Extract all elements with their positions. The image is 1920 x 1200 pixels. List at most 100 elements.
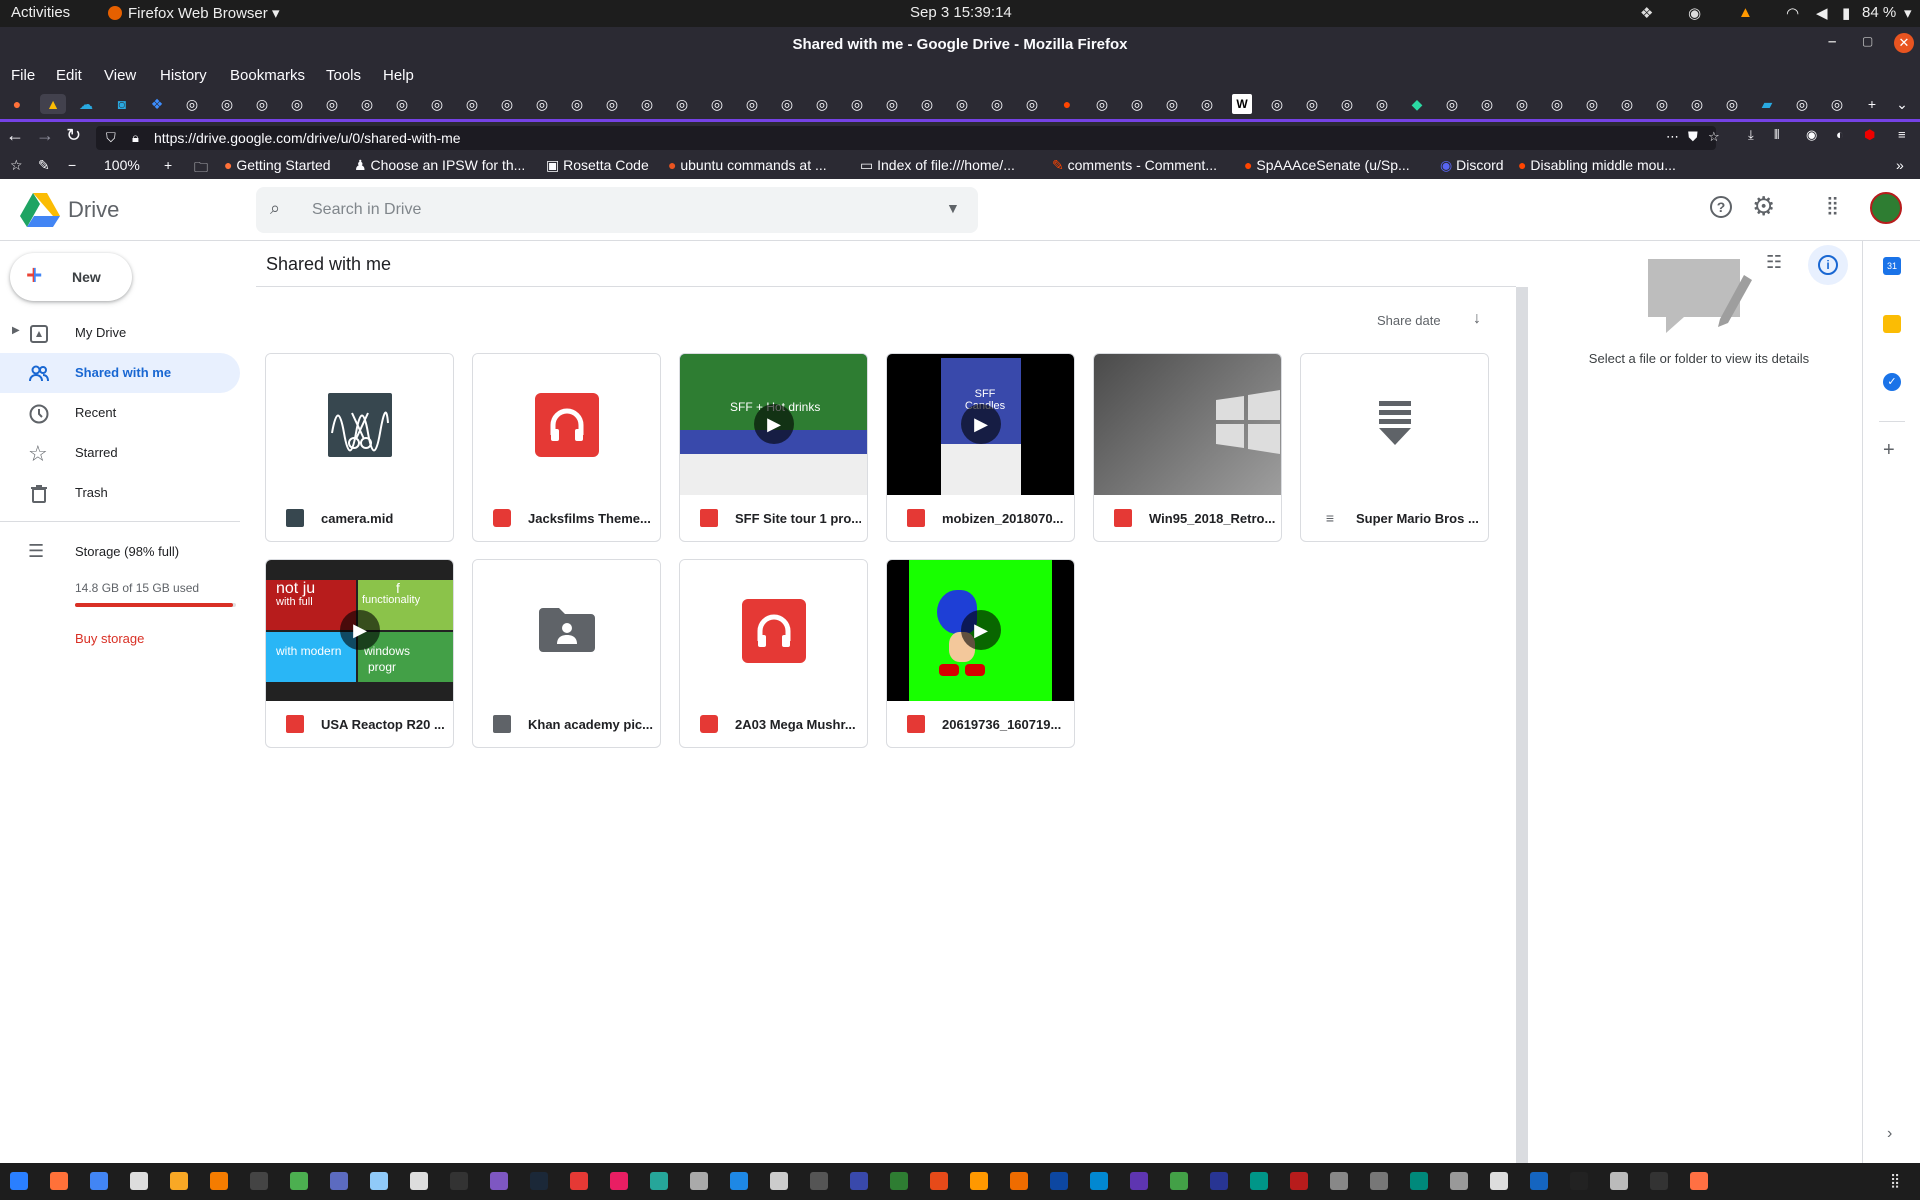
tab-github-icon[interactable]: ◎: [322, 94, 342, 114]
system-menu-chevron-icon[interactable]: ▾: [1904, 4, 1912, 22]
bookmark-getting-started[interactable]: ● Getting Started: [224, 157, 331, 173]
zoom-out-icon[interactable]: −: [68, 157, 76, 173]
vlc-tray-icon[interactable]: ▲: [1738, 4, 1753, 21]
file-card[interactable]: ≡ Super Mario Bros ...: [1300, 353, 1489, 542]
new-button[interactable]: + New: [10, 253, 132, 301]
taskbar-app-icon[interactable]: [1010, 1172, 1028, 1190]
file-card[interactable]: Khan academy pic...: [472, 559, 661, 748]
taskbar-app-icon[interactable]: [530, 1172, 548, 1190]
tab-github-icon[interactable]: ◎: [847, 94, 867, 114]
dropbox-icon[interactable]: ❖: [1640, 4, 1653, 22]
taskbar-app-icon[interactable]: [330, 1172, 348, 1190]
taskbar-app-icon[interactable]: [930, 1172, 948, 1190]
bookmark-spaaacesenate[interactable]: ● SpAAAceSenate (u/Sp...: [1244, 157, 1410, 173]
tab-github-icon[interactable]: ◎: [987, 94, 1007, 114]
taskbar-app-icon[interactable]: [1690, 1172, 1708, 1190]
taskbar-app-icon[interactable]: [1450, 1172, 1468, 1190]
tab-github-icon[interactable]: ◎: [532, 94, 552, 114]
taskbar-app-icon[interactable]: [1050, 1172, 1068, 1190]
show-applications-icon[interactable]: ⣿: [1890, 1172, 1908, 1190]
folder-icon[interactable]: 🗀︎: [194, 157, 208, 181]
back-icon[interactable]: ←: [6, 125, 24, 146]
tab-github-icon[interactable]: ◎: [217, 94, 237, 114]
lock-icon[interactable]: 🔒︎: [132, 130, 139, 146]
tab-github-icon[interactable]: ◎: [1022, 94, 1042, 114]
file-card[interactable]: SFF + Hot drinks ▶ SFF Site tour 1 pro..…: [679, 353, 868, 542]
taskbar-app-icon[interactable]: [890, 1172, 908, 1190]
bookmark-ubuntu-commands[interactable]: ● ubuntu commands at ...: [668, 157, 827, 173]
forward-icon[interactable]: →: [36, 125, 54, 146]
tab-github-icon[interactable]: ◎: [1372, 94, 1392, 114]
ublock-icon[interactable]: ⬢: [1864, 127, 1875, 143]
menu-help[interactable]: Help: [383, 67, 414, 84]
taskbar-app-icon[interactable]: [970, 1172, 988, 1190]
taskbar-app-icon[interactable]: [1650, 1172, 1668, 1190]
file-card[interactable]: not ju with full f functionality with mo…: [265, 559, 454, 748]
menu-view[interactable]: View: [104, 67, 136, 84]
tab-github-icon[interactable]: ◎: [1442, 94, 1462, 114]
taskbar-app-icon[interactable]: [410, 1172, 428, 1190]
tab-github-icon[interactable]: ◎: [1477, 94, 1497, 114]
taskbar-app-icon[interactable]: [730, 1172, 748, 1190]
tab-github-icon[interactable]: ◎: [1512, 94, 1532, 114]
tab-github-icon[interactable]: ◎: [182, 94, 202, 114]
sidebar-item-shared-with-me[interactable]: Shared with me: [0, 353, 240, 393]
drive-logo-icon[interactable]: [20, 191, 60, 227]
taskbar-app-icon[interactable]: [1570, 1172, 1588, 1190]
tab-github-icon[interactable]: ◎: [1792, 94, 1812, 114]
tab-github-icon[interactable]: ◎: [1617, 94, 1637, 114]
tab-github-icon[interactable]: ◎: [812, 94, 832, 114]
tab-dropbox-icon[interactable]: ❖: [147, 94, 167, 114]
tab-github-icon[interactable]: ◎: [707, 94, 727, 114]
sort-direction-arrow-down-icon[interactable]: ↓: [1473, 310, 1481, 328]
wifi-icon[interactable]: ◠: [1786, 4, 1799, 22]
tab-github-icon[interactable]: ◎: [882, 94, 902, 114]
tab-wikipedia-icon[interactable]: W: [1232, 94, 1252, 114]
taskbar-app-icon[interactable]: [650, 1172, 668, 1190]
storage-label[interactable]: Storage (98% full): [75, 544, 179, 559]
taskbar-app-icon[interactable]: [1490, 1172, 1508, 1190]
menu-bookmarks[interactable]: Bookmarks: [230, 67, 305, 84]
bookmark-rosetta-code[interactable]: ▣ Rosetta Code: [546, 157, 649, 174]
tab-github-icon[interactable]: ◎: [1652, 94, 1672, 114]
search-options-icon[interactable]: ▼: [946, 200, 960, 216]
tab-firefox-icon[interactable]: ●: [7, 94, 27, 114]
tab-github-icon[interactable]: ◎: [567, 94, 587, 114]
tab-github-icon[interactable]: ◎: [742, 94, 762, 114]
pocket-icon[interactable]: ⛊: [1688, 129, 1698, 145]
search-icon[interactable]: ⌕: [270, 198, 280, 219]
bookmark-disabling-middle-mouse[interactable]: ● Disabling middle mou...: [1518, 157, 1676, 173]
tab-github-icon[interactable]: ◎: [637, 94, 657, 114]
taskbar-app-icon[interactable]: [250, 1172, 268, 1190]
tab-github-icon[interactable]: ◎: [1302, 94, 1322, 114]
sidebar-item-trash[interactable]: Trash: [0, 473, 240, 513]
tab-github-icon[interactable]: ◎: [287, 94, 307, 114]
file-card[interactable]: Jacksfilms Theme...: [472, 353, 661, 542]
taskbar-app-icon[interactable]: [1130, 1172, 1148, 1190]
bookmark-discord[interactable]: ◉ Discord: [1440, 157, 1504, 174]
settings-gear-icon[interactable]: ⚙: [1752, 191, 1775, 222]
taskbar-app-icon[interactable]: [90, 1172, 108, 1190]
add-addon-icon[interactable]: +: [1883, 439, 1895, 462]
file-card[interactable]: Win95_2018_Retro...: [1093, 353, 1282, 542]
tab-github-icon[interactable]: ◎: [1582, 94, 1602, 114]
buy-storage-link[interactable]: Buy storage: [75, 631, 144, 646]
download-icon[interactable]: ⤓: [1748, 127, 1754, 143]
menu-tools[interactable]: Tools: [326, 67, 361, 84]
taskbar-app-icon[interactable]: [610, 1172, 628, 1190]
drive-logo-text[interactable]: Drive: [68, 197, 119, 223]
tab-github-icon[interactable]: ◎: [462, 94, 482, 114]
page-actions-icon[interactable]: ⋯: [1666, 129, 1679, 145]
tab-github-icon[interactable]: ◎: [1162, 94, 1182, 114]
tab-github-icon[interactable]: ◎: [952, 94, 972, 114]
calendar-icon[interactable]: 31: [1883, 257, 1901, 275]
shield-icon[interactable]: ⛉: [106, 130, 116, 146]
expand-panel-chevron-icon[interactable]: ›: [1887, 1125, 1892, 1143]
tasks-icon[interactable]: ✓: [1883, 373, 1901, 391]
taskbar-app-icon[interactable]: [850, 1172, 868, 1190]
minimize-icon[interactable]: –: [1828, 33, 1836, 50]
discord-tray-icon[interactable]: ◉: [1688, 4, 1701, 22]
taskbar-app-icon[interactable]: [1410, 1172, 1428, 1190]
tab-github-icon[interactable]: ◎: [777, 94, 797, 114]
zoom-in-icon[interactable]: +: [164, 157, 172, 173]
